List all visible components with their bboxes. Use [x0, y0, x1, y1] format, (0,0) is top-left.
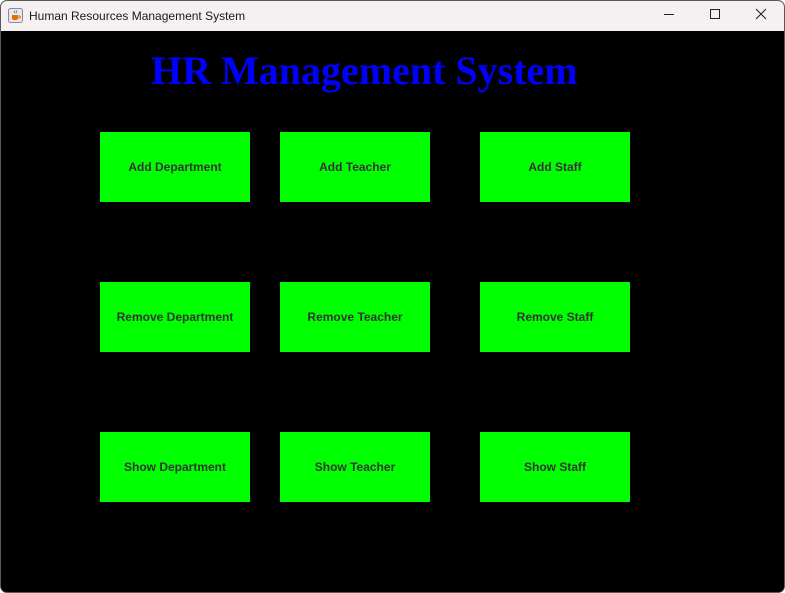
title-bar[interactable]: Human Resources Management System — [1, 1, 784, 31]
minimize-button[interactable] — [646, 1, 692, 31]
close-icon — [755, 7, 767, 25]
show-staff-button[interactable]: Show Staff — [480, 432, 630, 502]
app-window: Human Resources Management System HR Man… — [0, 0, 785, 593]
remove-staff-button[interactable]: Remove Staff — [480, 282, 630, 352]
add-staff-button[interactable]: Add Staff — [480, 132, 630, 202]
minimize-icon — [663, 7, 675, 25]
window-title: Human Resources Management System — [29, 9, 246, 23]
maximize-button[interactable] — [692, 1, 738, 31]
remove-department-button[interactable]: Remove Department — [100, 282, 250, 352]
close-button[interactable] — [738, 1, 784, 31]
main-panel: HR Management System Add Department Add … — [1, 31, 784, 592]
show-department-button[interactable]: Show Department — [100, 432, 250, 502]
remove-teacher-button[interactable]: Remove Teacher — [280, 282, 430, 352]
java-cup-icon — [8, 8, 23, 23]
add-teacher-button[interactable]: Add Teacher — [280, 132, 430, 202]
add-department-button[interactable]: Add Department — [100, 132, 250, 202]
show-teacher-button[interactable]: Show Teacher — [280, 432, 430, 502]
maximize-icon — [709, 7, 721, 25]
page-title: HR Management System — [151, 48, 578, 93]
